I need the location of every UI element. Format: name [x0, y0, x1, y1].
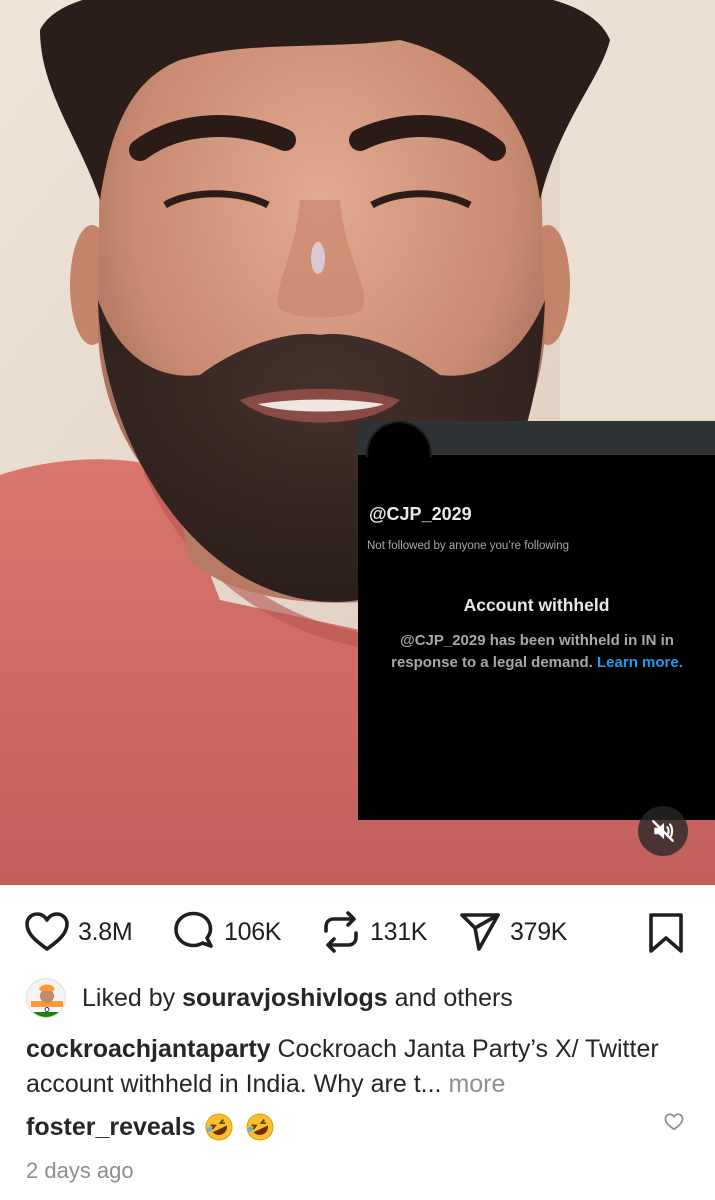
- post-timestamp: 2 days ago: [26, 1158, 134, 1183]
- learn-more-link: Learn more.: [597, 654, 683, 671]
- share-count: 379K: [510, 917, 568, 946]
- liked-by-row[interactable]: Liked by souravjoshivlogs and others: [26, 978, 513, 1018]
- bookmark-icon: [649, 913, 683, 953]
- profile-avatar: [366, 421, 432, 457]
- save-button[interactable]: [646, 912, 686, 959]
- heart-icon: [664, 1113, 684, 1131]
- mute-toggle-button[interactable]: [638, 806, 688, 856]
- caption-username[interactable]: cockroachjantaparty: [26, 1035, 271, 1063]
- profile-handle: @CJP_2029: [369, 504, 472, 524]
- share-icon: [460, 913, 500, 951]
- liker-avatar[interactable]: [26, 978, 66, 1018]
- repost-button[interactable]: 131K: [320, 910, 427, 954]
- liked-by-text: Liked by souravjoshivlogs and others: [82, 984, 513, 1013]
- withheld-message: @CJP_2029 has been withheld in IN in res…: [382, 630, 692, 674]
- comment-button[interactable]: 106K: [172, 910, 281, 954]
- action-bar: 3.8M 106K 131K 379K: [0, 900, 715, 964]
- comment-like-button[interactable]: [664, 1113, 684, 1136]
- liked-by-prefix: Liked by: [82, 983, 176, 1012]
- withheld-title: Account withheld: [463, 595, 610, 615]
- share-button[interactable]: 379K: [458, 910, 567, 954]
- heart-icon: [25, 912, 69, 951]
- caption-more-link[interactable]: more: [448, 1070, 505, 1098]
- comment-username[interactable]: foster_reveals: [26, 1113, 196, 1142]
- reel-video[interactable]: @CJP_2029 Not followed by anyone you’re …: [0, 0, 715, 885]
- repost-count: 131K: [370, 917, 428, 946]
- repost-icon: [324, 911, 358, 953]
- like-button[interactable]: 3.8M: [24, 910, 133, 954]
- liked-by-username[interactable]: souravjoshivlogs: [182, 984, 388, 1012]
- like-count: 3.8M: [78, 917, 133, 946]
- rofl-emoji-icon: [246, 1113, 274, 1141]
- not-followed-note: Not followed by anyone you’re following: [367, 540, 570, 552]
- comment-count: 106K: [224, 917, 282, 946]
- flag-avatar-icon: [27, 979, 65, 1017]
- liked-by-suffix: and others: [394, 983, 513, 1012]
- rofl-emoji-icon: [205, 1113, 233, 1141]
- post-caption: cockroachjantaparty Cockroach Janta Part…: [26, 1032, 686, 1102]
- comment-text: [200, 1112, 275, 1142]
- x-profile-screenshot: @CJP_2029 Not followed by anyone you’re …: [358, 421, 715, 820]
- comment-icon: [174, 911, 213, 948]
- speaker-muted-icon: [652, 820, 674, 842]
- top-comment[interactable]: foster_reveals: [26, 1112, 275, 1142]
